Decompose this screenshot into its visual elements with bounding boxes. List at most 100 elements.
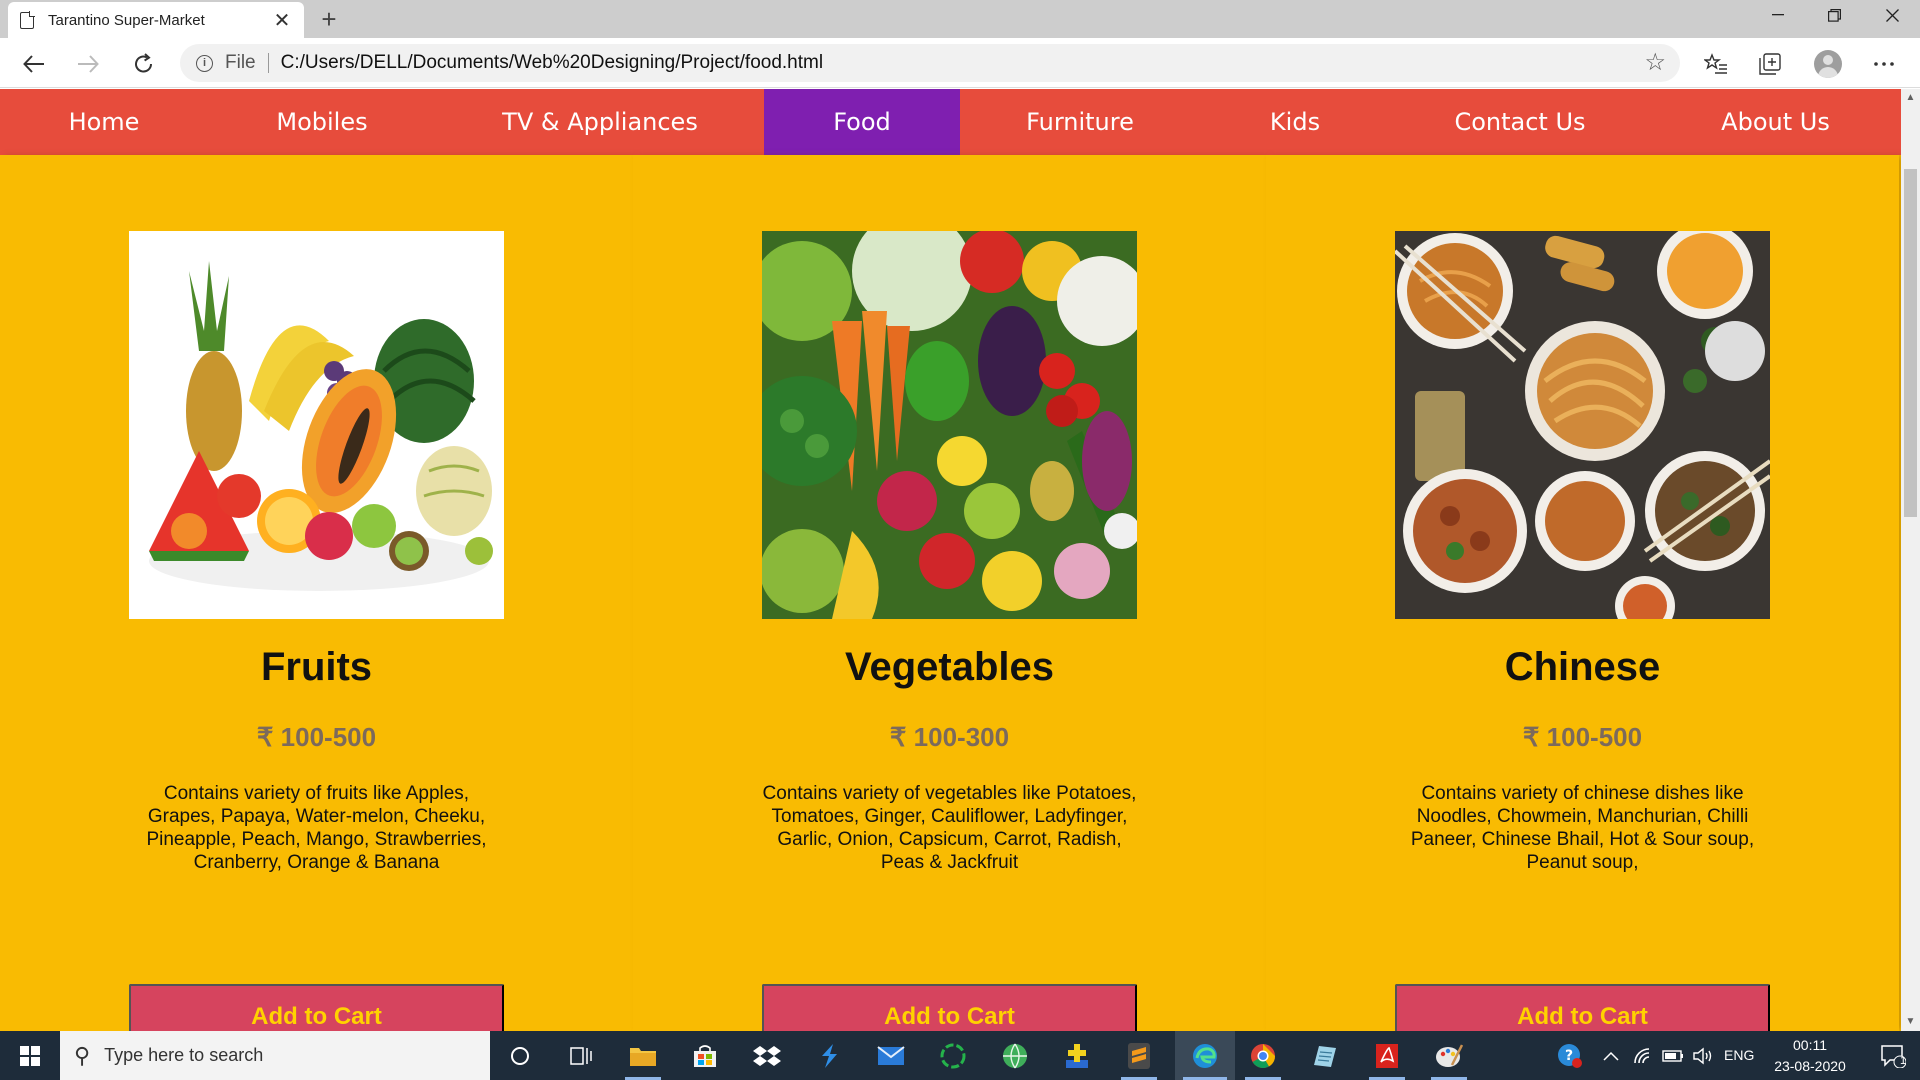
network-tray-button[interactable] (1628, 1031, 1658, 1080)
restore-button[interactable] (1806, 0, 1862, 30)
profile-avatar[interactable] (1814, 50, 1842, 78)
store-bag-icon (694, 1044, 716, 1067)
browser-tab-strip: Tarantino Super-Market ✕ + (0, 0, 1920, 38)
scroll-down-arrow-icon[interactable]: ▼ (1901, 1013, 1920, 1031)
close-icon (1885, 8, 1899, 22)
task-view-button[interactable] (555, 1031, 607, 1080)
windows-logo-icon (20, 1045, 40, 1066)
new-tab-button[interactable]: + (316, 4, 342, 34)
collections-button[interactable] (1754, 48, 1786, 80)
battery-icon (1662, 1049, 1683, 1062)
acrobat-icon (1376, 1043, 1398, 1068)
task-view-icon (570, 1046, 592, 1065)
volume-tray-button[interactable] (1688, 1031, 1718, 1080)
nav-contact-us[interactable]: Contact Us (1390, 89, 1650, 155)
file-explorer-button[interactable] (617, 1031, 669, 1080)
minimize-button[interactable] (1750, 0, 1806, 30)
lightning-app-icon (822, 1043, 837, 1068)
edge-browser-button[interactable] (1175, 1031, 1235, 1080)
nav-food[interactable]: Food (764, 89, 960, 155)
settings-more-button[interactable] (1868, 48, 1900, 80)
collections-icon (1759, 53, 1781, 75)
notepad-button[interactable] (1299, 1031, 1351, 1080)
taskbar-search-box[interactable]: ⚲ Type here to search (60, 1031, 490, 1080)
arrow-right-icon (78, 55, 99, 73)
mail-button[interactable] (865, 1031, 917, 1080)
globe-app-button[interactable] (989, 1031, 1041, 1080)
chrome-icon (1251, 1043, 1275, 1068)
nav-tv-appliances[interactable]: TV & Appliances (436, 89, 764, 155)
acrobat-button[interactable] (1361, 1031, 1413, 1080)
medical-cross-icon (1066, 1043, 1088, 1068)
nav-about-us[interactable]: About Us (1650, 89, 1901, 155)
product-card-chinese: Chinese ₹ 100-500 Contains variety of ch… (1266, 155, 1899, 1031)
vegetables-image (762, 231, 1137, 619)
notification-count-badge: 1 (1900, 1055, 1907, 1067)
product-price: ₹ 100-300 (889, 722, 1010, 752)
browser-tab[interactable]: Tarantino Super-Market ✕ (8, 2, 304, 38)
dropbox-icon (753, 1045, 781, 1066)
product-price: ₹ 100-500 (1522, 722, 1643, 752)
nav-kids[interactable]: Kids (1200, 89, 1390, 155)
refresh-button[interactable] (126, 46, 162, 82)
product-description: Contains variety of fruits like Apples, … (146, 783, 487, 873)
chrome-button[interactable] (1237, 1031, 1289, 1080)
more-icon (1874, 62, 1894, 66)
taskbar-clock[interactable]: 00:11 23-08-2020 (1760, 1035, 1860, 1077)
sublime-text-button[interactable] (1113, 1031, 1165, 1080)
add-to-cart-button[interactable]: Add to Cart (129, 984, 504, 1031)
close-window-button[interactable] (1864, 0, 1920, 30)
tab-title: Tarantino Super-Market (48, 11, 205, 29)
scroll-up-arrow-icon[interactable]: ▲ (1901, 89, 1920, 107)
nav-home[interactable]: Home (0, 89, 208, 155)
url-text[interactable]: C:/Users/DELL/Documents/Web%20Designing/… (281, 52, 823, 74)
start-button[interactable] (0, 1031, 60, 1080)
add-to-cart-button[interactable]: Add to Cart (1395, 984, 1770, 1031)
close-tab-icon[interactable]: ✕ (272, 8, 292, 33)
scroll-thumb[interactable] (1904, 169, 1917, 517)
add-to-cart-button[interactable]: Add to Cart (762, 984, 1137, 1031)
circular-arrows-icon (940, 1043, 966, 1068)
product-description: Contains variety of vegetables like Pota… (762, 783, 1137, 873)
product-title: Fruits (260, 645, 373, 689)
minimize-icon (1772, 14, 1784, 16)
help-tray-button[interactable]: ? (1550, 1031, 1590, 1080)
language-indicator[interactable]: ENG (1724, 1047, 1754, 1063)
nav-furniture[interactable]: Furniture (960, 89, 1200, 155)
vertical-scrollbar[interactable]: ▲ ▼ (1901, 89, 1920, 1031)
product-description: Contains variety of chinese dishes like … (1410, 783, 1755, 873)
globe-icon (1003, 1043, 1027, 1068)
address-toolbar: i File C:/Users/DELL/Documents/Web%20Des… (0, 38, 1920, 88)
cortana-button[interactable] (494, 1031, 546, 1080)
chinese-food-image (1395, 231, 1770, 619)
action-center-button[interactable]: 1 (1866, 1031, 1920, 1080)
restore-icon (1827, 8, 1841, 22)
product-title: Chinese (1504, 645, 1661, 689)
paint-button[interactable] (1423, 1031, 1475, 1080)
info-icon[interactable]: i (196, 54, 213, 72)
store-button[interactable] (679, 1031, 731, 1080)
arrow-left-icon (23, 55, 44, 73)
forward-button[interactable] (70, 46, 106, 82)
refresh-app-button[interactable] (927, 1031, 979, 1080)
show-hidden-icons-button[interactable] (1594, 1031, 1628, 1080)
paint-palette-icon (1436, 1043, 1463, 1067)
speaker-icon (1693, 1047, 1712, 1064)
product-title: Vegetables (844, 645, 1054, 689)
windows-taskbar: ⚲ Type here to search ? ENG 00:11 23-08-… (0, 1031, 1920, 1080)
url-bar[interactable]: i File C:/Users/DELL/Documents/Web%20Des… (180, 44, 1680, 82)
dropbox-button[interactable] (741, 1031, 793, 1080)
vscode-button[interactable] (803, 1031, 855, 1080)
help-icon: ? (1558, 1043, 1582, 1068)
url-scheme-label: File (225, 52, 256, 73)
chevron-up-icon (1603, 1051, 1619, 1061)
favorite-star-icon[interactable]: ☆ (1644, 48, 1666, 77)
url-separator (267, 53, 269, 73)
refresh-icon (135, 53, 153, 73)
product-card-vegetables: Vegetables ₹ 100-300 Contains variety of… (633, 155, 1266, 1031)
nav-mobiles[interactable]: Mobiles (208, 89, 436, 155)
battery-tray-button[interactable] (1658, 1031, 1688, 1080)
favorites-button[interactable] (1700, 48, 1732, 80)
back-button[interactable] (16, 46, 52, 82)
health-app-button[interactable] (1051, 1031, 1103, 1080)
